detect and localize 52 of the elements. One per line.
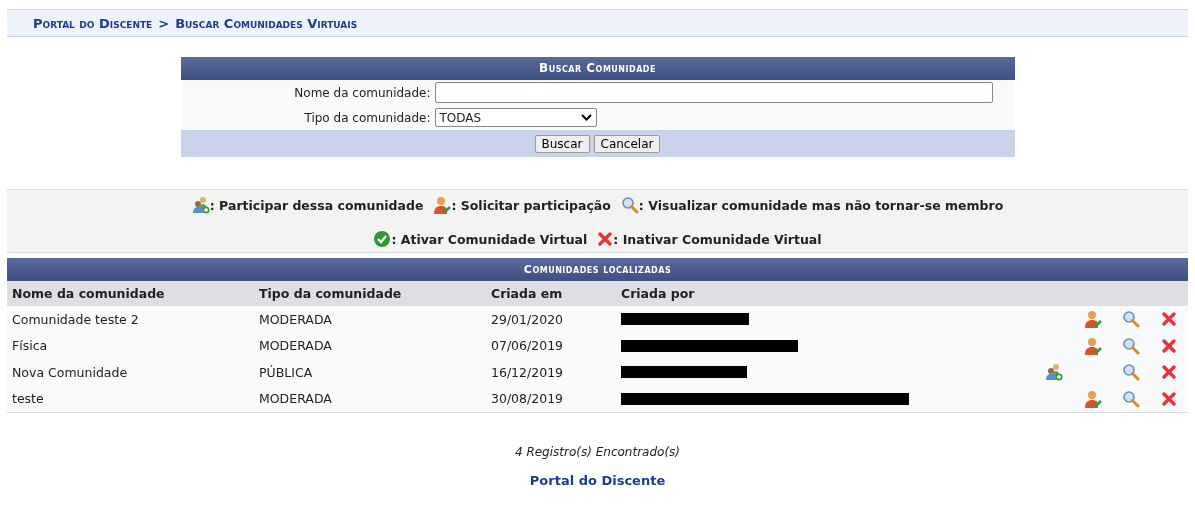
name-input-field[interactable]	[434, 82, 993, 103]
person-check-icon[interactable]	[1083, 389, 1102, 408]
legend-text: : Visualizar comunidade mas não tornar-se membro	[638, 197, 1004, 213]
column-header: Criada em	[491, 286, 564, 301]
column-header: Criada por	[621, 286, 696, 301]
person-check-icon[interactable]	[1083, 336, 1102, 355]
table-title: Comunidades localizadas	[7, 258, 1188, 281]
check-circle-icon	[373, 230, 392, 248]
close-icon[interactable]	[1161, 364, 1177, 381]
table-cell-text: 29/01/2020	[491, 311, 565, 327]
table-cell-text: MODERADA	[259, 311, 333, 327]
legend-text: : Ativar Comunidade Virtual	[391, 231, 588, 247]
table-cell-text: teste	[12, 391, 45, 407]
close-icon[interactable]	[1161, 337, 1177, 354]
portal-link[interactable]: Portal do Discente	[529, 473, 666, 488]
person-check-icon[interactable]	[433, 196, 452, 214]
field-label: Nome da comunidade:	[293, 85, 431, 100]
table-cell-text: Nova Comunidade	[12, 364, 129, 380]
table-cell-text: 07/06/2019	[491, 338, 565, 354]
table-cell-text: 30/08/2019	[491, 391, 565, 407]
close-icon[interactable]	[1161, 390, 1177, 407]
table-cell-text: MODERADA	[259, 338, 333, 354]
cancel-button[interactable]: Cancelar	[593, 134, 661, 153]
legend-text: : Participar dessa comunidade	[209, 197, 424, 213]
table-cell-text: PÚBLICA	[259, 364, 314, 380]
breadcrumb-separator: >	[158, 15, 170, 31]
column-header: Tipo da comunidade	[259, 286, 403, 301]
search-icon[interactable]	[1122, 310, 1140, 329]
search-icon[interactable]	[1122, 363, 1140, 382]
group-add-icon[interactable]	[191, 196, 210, 214]
record-count: 4 Registro(s) Encontrado(s)	[513, 445, 682, 459]
table-cell-text: Comunidade teste 2	[12, 311, 140, 327]
search-button[interactable]: Buscar	[534, 134, 590, 153]
breadcrumb-link[interactable]: Portal do Discente	[33, 15, 153, 31]
search-icon[interactable]	[1122, 336, 1140, 355]
search-icon[interactable]	[1122, 389, 1140, 408]
legend-text: : Solicitar participação	[451, 197, 611, 213]
column-header: Nome da comunidade	[12, 286, 166, 301]
legend-text: : Inativar Comunidade Virtual	[613, 231, 822, 247]
table-cell-text: MODERADA	[259, 391, 333, 407]
group-add-icon[interactable]	[1045, 363, 1063, 382]
search-icon[interactable]	[620, 196, 639, 214]
breadcrumb-current: Buscar Comunidades Virtuais	[175, 15, 358, 31]
person-check-icon[interactable]	[1083, 310, 1102, 329]
form-title: Buscar Comunidade	[180, 57, 1015, 80]
table-cell-text: Física	[12, 338, 49, 354]
close-icon[interactable]	[1161, 311, 1177, 328]
close-icon[interactable]	[597, 231, 614, 247]
type-select[interactable]: TODAS	[434, 108, 597, 127]
table-cell-text: 16/12/2019	[491, 364, 565, 380]
chevron-down-icon	[580, 114, 592, 121]
field-label: Tipo da comunidade:	[303, 110, 431, 125]
